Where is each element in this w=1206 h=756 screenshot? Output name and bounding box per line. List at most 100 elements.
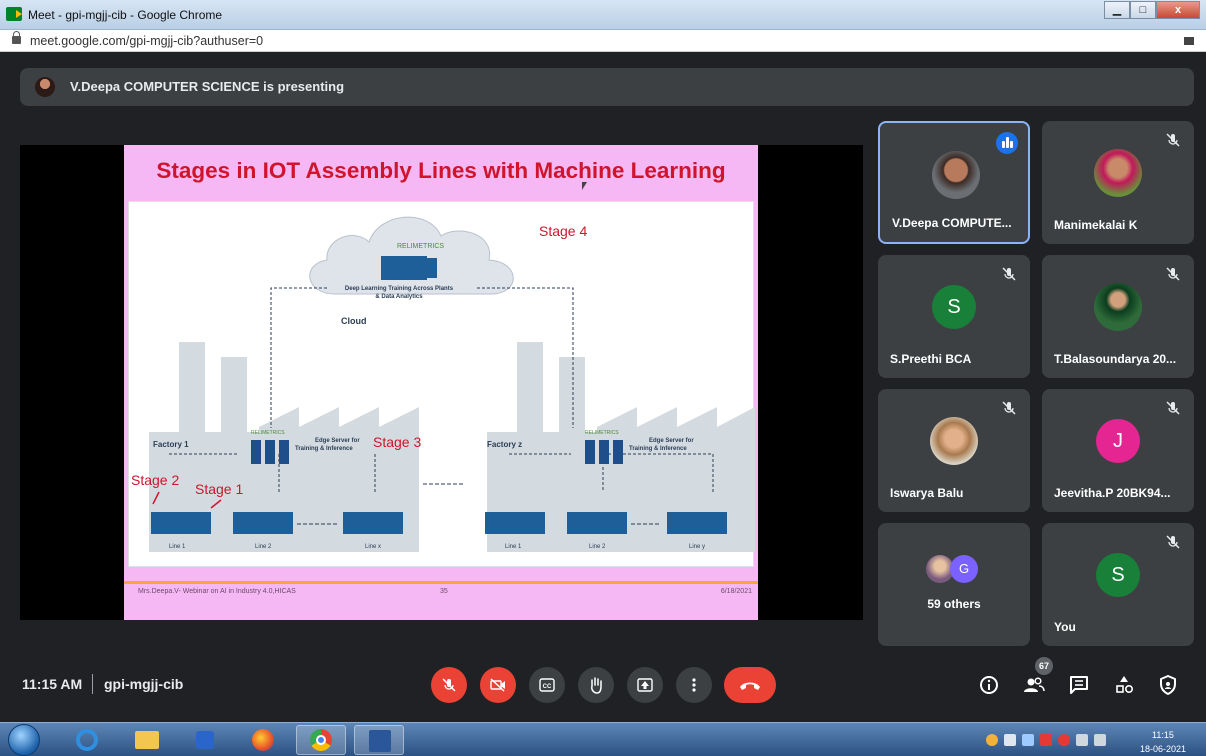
present-now-button[interactable] bbox=[627, 667, 663, 703]
participant-tile[interactable]: V.Deepa COMPUTE... bbox=[878, 121, 1030, 244]
people-icon[interactable] bbox=[1021, 672, 1047, 698]
participant-tile[interactable]: J Jeevitha.P 20BK94... bbox=[1042, 389, 1194, 512]
participant-tile[interactable]: Iswarya Balu bbox=[878, 389, 1030, 512]
host-controls-icon[interactable] bbox=[1155, 672, 1181, 698]
participant-tile[interactable]: Manimekalai K bbox=[1042, 121, 1194, 244]
participant-name: S.Preethi BCA bbox=[890, 352, 972, 366]
captions-icon: CC bbox=[539, 678, 555, 692]
svg-text:CC: CC bbox=[543, 684, 552, 690]
clock-date: 18-06-2021 bbox=[1139, 744, 1186, 754]
participant-name: Manimekalai K bbox=[1054, 218, 1138, 232]
url-text[interactable]: meet.google.com/gpi-mgjj-cib?authuser=0 bbox=[30, 34, 263, 48]
edge-server-z-icon bbox=[585, 440, 623, 464]
more-options-button[interactable] bbox=[676, 667, 712, 703]
lock-icon bbox=[12, 31, 21, 44]
network-tray-icon[interactable] bbox=[1022, 734, 1034, 746]
raise-hand-button[interactable] bbox=[578, 667, 614, 703]
explorer-taskbar-icon[interactable] bbox=[122, 725, 172, 755]
participant-photo bbox=[930, 417, 978, 465]
volume-icon[interactable] bbox=[1004, 734, 1016, 746]
window-title: Meet - gpi-mgjj-cib - Google Chrome bbox=[28, 8, 223, 22]
usb-icon[interactable] bbox=[1076, 734, 1088, 746]
system-tray: 11:15 18-06-2021 bbox=[972, 726, 1198, 754]
stage-4-label: Stage 4 bbox=[539, 223, 587, 239]
chrome-taskbar-icon[interactable] bbox=[296, 725, 346, 755]
meeting-time: 11:15 AM bbox=[22, 676, 83, 692]
window-controls: ▁ □ x bbox=[1104, 1, 1200, 19]
leave-call-button[interactable] bbox=[724, 667, 776, 703]
footer-left: Mrs.Deepa.V- Webinar on AI in Industry 4… bbox=[138, 588, 296, 595]
mic-off-icon bbox=[1166, 535, 1180, 549]
captions-button[interactable]: CC bbox=[529, 667, 565, 703]
cloud-label: Cloud bbox=[341, 316, 367, 326]
divider bbox=[92, 674, 93, 694]
line-x-label: Line x bbox=[365, 544, 381, 550]
mic-off-icon bbox=[1002, 401, 1016, 415]
toggle-mic-button[interactable] bbox=[431, 667, 467, 703]
participant-tile[interactable]: T.Balasoundarya 20... bbox=[1042, 255, 1194, 378]
edge-text-zb: Training & Inference bbox=[629, 446, 687, 452]
participant-initial: S bbox=[932, 285, 976, 329]
slide-footer: Mrs.Deepa.V- Webinar on AI in Industry 4… bbox=[124, 581, 758, 597]
participant-tile[interactable]: S S.Preethi BCA bbox=[878, 255, 1030, 378]
camera-off-icon bbox=[490, 678, 505, 692]
maximize-button[interactable]: □ bbox=[1130, 1, 1156, 19]
others-initial: G bbox=[950, 555, 978, 583]
stage-3-label: Stage 3 bbox=[373, 434, 421, 450]
self-tile[interactable]: S You bbox=[1042, 523, 1194, 646]
mic-off-icon bbox=[442, 678, 456, 692]
end-call-icon bbox=[740, 682, 760, 690]
antivirus-icon[interactable] bbox=[1040, 734, 1052, 746]
edge-text-1a: Edge Server for bbox=[315, 438, 360, 444]
factory-z-label: Factory z bbox=[487, 440, 522, 449]
line-1z-label: Line 1 bbox=[505, 544, 522, 550]
participant-name: V.Deepa COMPUTE... bbox=[892, 216, 1012, 230]
minimize-button[interactable]: ▁ bbox=[1104, 1, 1130, 19]
line-2z-label: Line 2 bbox=[589, 544, 606, 550]
participant-initial: S bbox=[1096, 553, 1140, 597]
iot-diagram: RELIMETRICS Deep Learning Training Acros… bbox=[131, 216, 755, 552]
mic-off-icon bbox=[1166, 401, 1180, 415]
activities-icon[interactable] bbox=[1111, 672, 1137, 698]
camera-indicator-icon[interactable] bbox=[1184, 37, 1194, 45]
network-icon bbox=[415, 258, 437, 278]
update-icon[interactable] bbox=[1058, 734, 1070, 746]
edge-text-za: Edge Server for bbox=[649, 438, 694, 444]
line-2-label: Line 2 bbox=[255, 544, 272, 550]
word-taskbar-icon[interactable] bbox=[354, 725, 404, 755]
signal-icon[interactable] bbox=[1094, 734, 1106, 746]
info-icon[interactable] bbox=[976, 672, 1002, 698]
tray-app-icon[interactable] bbox=[986, 734, 998, 746]
address-bar[interactable]: meet.google.com/gpi-mgjj-cib?authuser=0 bbox=[0, 30, 1206, 52]
toggle-camera-button[interactable] bbox=[480, 667, 516, 703]
footer-date: 6/18/2021 bbox=[720, 588, 752, 595]
presenter-avatar bbox=[35, 77, 55, 97]
others-count: 59 others bbox=[927, 597, 981, 611]
meeting-code: gpi-mgjj-cib bbox=[104, 676, 184, 692]
mic-off-icon bbox=[1166, 267, 1180, 281]
slide-title: Stages in IOT Assembly Lines with Machin… bbox=[156, 158, 726, 183]
clock-time: 11:15 bbox=[1152, 730, 1174, 740]
system-clock[interactable]: 11:15 18-06-2021 bbox=[1140, 728, 1186, 756]
raise-hand-icon bbox=[591, 677, 602, 694]
presenting-text: V.Deepa COMPUTER SCIENCE is presenting bbox=[70, 79, 345, 94]
server-brand-z: RELIMETRICS bbox=[585, 430, 619, 436]
participant-name: T.Balasoundarya 20... bbox=[1054, 352, 1177, 366]
ie-taskbar-icon[interactable] bbox=[62, 725, 112, 755]
media-player-taskbar-icon[interactable] bbox=[180, 725, 230, 755]
cloud-shape bbox=[309, 216, 514, 295]
windows-taskbar: 11:15 18-06-2021 bbox=[0, 722, 1206, 756]
mouse-cursor-icon bbox=[582, 182, 587, 190]
others-tile[interactable]: G 59 others bbox=[878, 523, 1030, 646]
speaking-indicator-icon bbox=[996, 132, 1018, 154]
meet-favicon-icon bbox=[6, 7, 22, 21]
firefox-taskbar-icon[interactable] bbox=[238, 725, 288, 755]
close-button[interactable]: x bbox=[1156, 1, 1200, 19]
mic-off-icon bbox=[1166, 133, 1180, 147]
shared-slide: Stages in IOT Assembly Lines with Machin… bbox=[124, 145, 758, 620]
line-y-label: Line y bbox=[689, 544, 705, 550]
participant-photo bbox=[1094, 149, 1142, 197]
chat-icon[interactable] bbox=[1066, 672, 1092, 698]
start-button[interactable] bbox=[8, 724, 40, 756]
participant-name: You bbox=[1054, 620, 1076, 634]
